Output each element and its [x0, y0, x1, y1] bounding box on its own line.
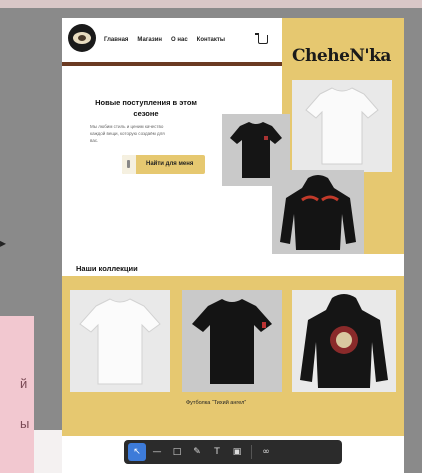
design-canvas[interactable]: Главная Магазин О нас Контакты CheheN'ka… [62, 18, 404, 473]
image-tool-icon[interactable]: ▣ [228, 443, 246, 461]
site-header: Главная Магазин О нас Контакты [62, 18, 282, 62]
white-tshirt-image [305, 87, 379, 165]
text-tool-icon[interactable]: T [208, 443, 226, 461]
nav-shop[interactable]: Магазин [137, 37, 162, 43]
white-tshirt-image [79, 298, 161, 385]
pen-tool-icon[interactable]: ✎ [188, 443, 206, 461]
sticky-note-line: ы [20, 416, 30, 431]
rectangle-tool-icon[interactable]: □ [168, 443, 186, 461]
expand-arrow-icon[interactable]: ▸ [0, 236, 6, 250]
sticky-note[interactable]: й ы [0, 316, 34, 473]
nav-home[interactable]: Главная [104, 37, 128, 43]
nav-contacts[interactable]: Контакты [197, 37, 225, 43]
find-button[interactable]: Найти для меня [122, 155, 205, 174]
hero-title: Новые поступления в этом сезоне [95, 98, 197, 118]
desktop-top-band [0, 0, 422, 8]
header-divider [62, 62, 282, 66]
cart-icon[interactable] [255, 33, 268, 44]
more-tool-icon[interactable]: ∞ [257, 443, 275, 461]
collection-caption: Футболка “Тихий ангел” [186, 400, 247, 406]
site-logo[interactable] [68, 24, 96, 52]
sticky-note-line: й [20, 376, 28, 391]
collection-title: Наши коллекции [76, 264, 138, 273]
find-button-label: Найти для меня [146, 161, 194, 167]
hero-product-black-hoodie[interactable] [272, 170, 364, 254]
search-field-icon [122, 155, 136, 174]
collection-card-black-hoodie[interactable] [292, 290, 396, 392]
line-tool-icon[interactable]: — [148, 443, 166, 461]
collection-card-black-tshirt[interactable] [182, 290, 282, 392]
desktop-window-edge [34, 430, 64, 473]
nav-about[interactable]: О нас [171, 37, 188, 43]
toolbar-separator [251, 445, 252, 459]
brand-name: CheheN'ka [292, 46, 391, 66]
black-hoodie-image [300, 294, 388, 388]
pointer-tool-icon[interactable]: ↖ [128, 443, 146, 461]
black-tshirt-image [192, 299, 272, 384]
editor-toolbar: ↖ — □ ✎ T ▣ ∞ [124, 440, 342, 464]
collection-card-white-tshirt[interactable] [70, 290, 170, 392]
black-hoodie-image [280, 175, 356, 250]
hero-description: Мы любим стиль и ценим качество каждой в… [90, 124, 165, 143]
site-nav: Главная Магазин О нас Контакты [104, 37, 225, 43]
hero-product-white-tshirt[interactable] [292, 80, 392, 172]
